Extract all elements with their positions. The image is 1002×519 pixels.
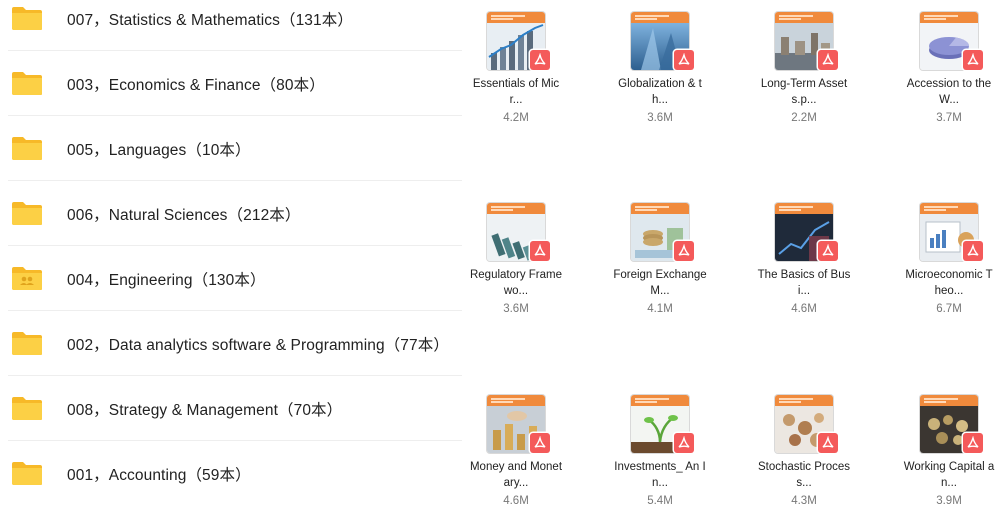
folder-list: 007，Statistics & Mathematics（131本） 003，E… — [0, 0, 462, 519]
file-name: Foreign Exchange M... — [613, 269, 707, 297]
shared-folder-icon — [12, 267, 42, 290]
folder-label: 002，Data analytics software & Programmin… — [67, 336, 449, 354]
file-size: 6.7M — [936, 303, 962, 315]
pdf-icon — [530, 241, 550, 261]
file-name: Investments_ An In... — [614, 461, 706, 489]
folder-label: 007，Statistics & Mathematics（131本） — [67, 11, 353, 29]
file-card[interactable]: Investments_ An In... 5.4M — [604, 395, 716, 515]
file-size: 4.2M — [503, 112, 529, 124]
file-name: Microeconomic Theo... — [905, 269, 993, 297]
file-name: Working Capital a n... — [903, 461, 995, 489]
folder-icon — [12, 7, 42, 30]
folder-icon — [12, 137, 42, 160]
folder-icon — [12, 332, 42, 355]
file-name: Accession to the W... — [906, 78, 992, 106]
pdf-icon — [963, 241, 983, 261]
file-card[interactable]: Accession to the W... 3.7M — [893, 12, 1002, 132]
file-card[interactable]: Foreign Exchange M... 4.1M — [604, 203, 716, 323]
pdf-icon — [818, 241, 838, 261]
file-name: Long-Term Asset s.p... — [760, 78, 848, 106]
folder-label: 006，Natural Sciences（212本） — [67, 206, 301, 224]
file-name: The Basics of Bus i... — [757, 269, 851, 297]
file-name: Stochastic Proces s... — [757, 461, 851, 489]
file-size: 4.3M — [791, 495, 817, 507]
file-size: 4.6M — [503, 495, 529, 507]
pdf-icon — [963, 433, 983, 453]
folder-label: 005，Languages（10本） — [67, 141, 251, 159]
folder-row[interactable]: 007，Statistics & Mathematics（131本） — [0, 0, 462, 51]
file-name: Regulatory Frame wo... — [469, 269, 563, 297]
pdf-icon — [674, 433, 694, 453]
pdf-icon — [530, 50, 550, 70]
pdf-icon — [818, 433, 838, 453]
pdf-icon — [818, 50, 838, 70]
file-size: 4.6M — [791, 303, 817, 315]
file-size: 3.7M — [936, 112, 962, 124]
file-size: 3.6M — [503, 303, 529, 315]
file-size: 3.6M — [647, 112, 673, 124]
file-name: Essentials of Mic r... — [472, 78, 560, 106]
file-card[interactable]: Regulatory Frame wo... 3.6M — [460, 203, 572, 323]
file-size: 2.2M — [791, 112, 817, 124]
pdf-icon — [963, 50, 983, 70]
file-card[interactable]: Long-Term Asset s.p... 2.2M — [748, 12, 860, 132]
folder-label: 004，Engineering（130本） — [67, 271, 266, 289]
folder-icon — [12, 462, 42, 485]
file-card[interactable]: Stochastic Proces s... 4.3M — [748, 395, 860, 515]
folder-row[interactable]: 005，Languages（10本） — [0, 116, 462, 181]
file-card[interactable]: Essentials of Mic r... 4.2M — [460, 12, 572, 132]
folder-label: 001，Accounting（59本） — [67, 466, 251, 484]
file-size: 3.9M — [936, 495, 962, 507]
pdf-icon — [674, 241, 694, 261]
file-size: 4.1M — [647, 303, 673, 315]
folder-label: 003，Economics & Finance（80本） — [67, 76, 325, 94]
file-card[interactable]: Globalization & t h... 3.6M — [604, 12, 716, 132]
folder-icon — [12, 72, 42, 95]
folder-row[interactable]: 006，Natural Sciences（212本） — [0, 181, 462, 246]
file-name: Globalization & t h... — [618, 78, 702, 106]
folder-icon — [12, 397, 42, 420]
file-card[interactable]: Working Capital a n... 3.9M — [893, 395, 1002, 515]
folder-row[interactable]: 004，Engineering（130本） — [0, 246, 462, 311]
folder-icon — [12, 202, 42, 225]
pdf-icon — [674, 50, 694, 70]
folder-row[interactable]: 002，Data analytics software & Programmin… — [0, 311, 462, 376]
file-card[interactable]: Microeconomic Theo... 6.7M — [893, 203, 1002, 323]
folder-row[interactable]: 008，Strategy & Management（70本） — [0, 376, 462, 441]
folder-label: 008，Strategy & Management（70本） — [67, 401, 343, 419]
folder-row[interactable]: 003，Economics & Finance（80本） — [0, 51, 462, 116]
file-size: 5.4M — [647, 495, 673, 507]
file-card[interactable]: Money and Monet ary... 4.6M — [460, 395, 572, 515]
file-name: Money and Monet ary... — [469, 461, 563, 489]
pdf-icon — [530, 433, 550, 453]
file-card[interactable]: The Basics of Bus i... 4.6M — [748, 203, 860, 323]
folder-row[interactable]: 001，Accounting（59本） — [0, 441, 462, 506]
